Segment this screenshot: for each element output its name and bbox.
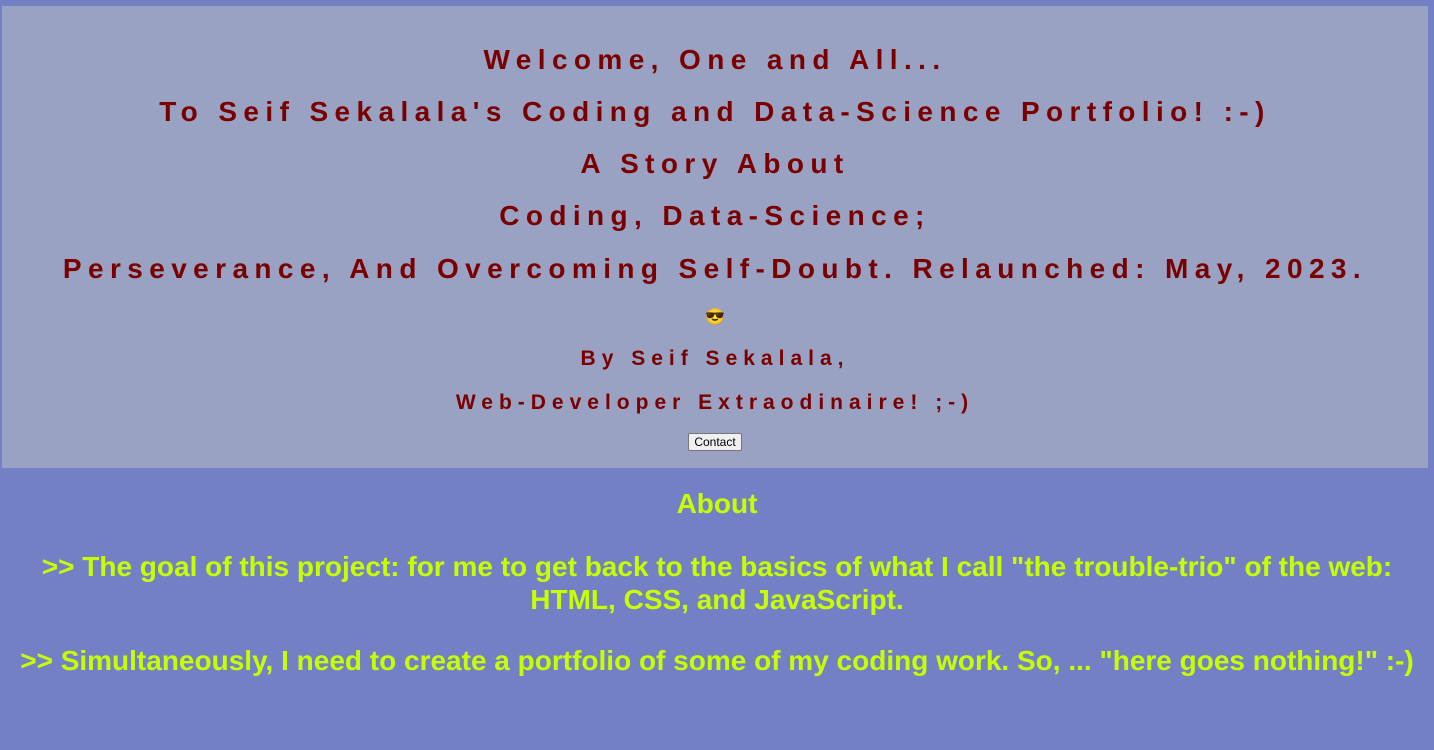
story-heading: A Story About xyxy=(580,148,850,179)
sunglasses-emoji-icon: 😎 xyxy=(705,309,725,326)
author-title: Web-Developer Extraodinaire! ;-) xyxy=(455,391,975,414)
topics-heading: Coding, Data-Science; xyxy=(499,200,931,231)
contact-button[interactable]: Contact xyxy=(688,433,742,451)
about-heading: About xyxy=(676,488,758,519)
about-portfolio-paragraph: >> Simultaneously, I need to create a po… xyxy=(20,645,1414,676)
author-byline: By Seif Sekalala, xyxy=(580,347,850,370)
hero-section: Welcome, One and All... To Seif Sekalala… xyxy=(2,6,1428,468)
portfolio-heading: To Seif Sekalala's Coding and Data-Scien… xyxy=(159,96,1271,127)
welcome-heading: Welcome, One and All... xyxy=(483,44,947,75)
about-goal-paragraph: >> The goal of this project: for me to g… xyxy=(41,551,1393,615)
relaunch-heading: Perseverance, And Overcoming Self-Doubt.… xyxy=(62,253,1368,284)
